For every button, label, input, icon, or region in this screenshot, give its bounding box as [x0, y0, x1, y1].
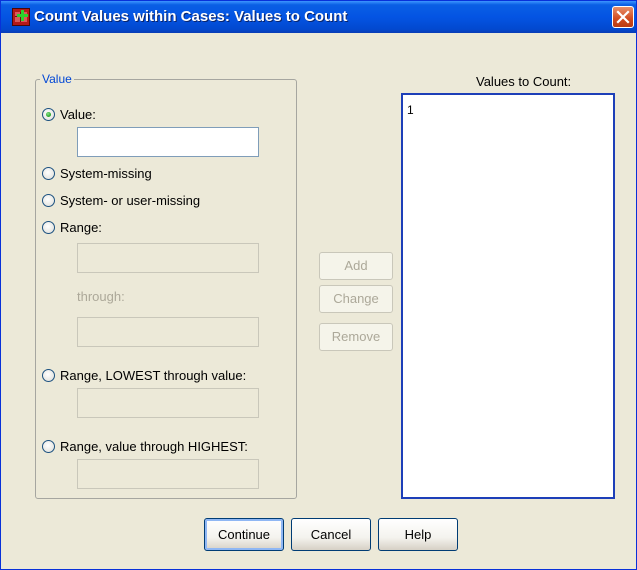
radio-system-or-user-missing-label: System- or user-missing [60, 193, 201, 208]
value-group-legend: Value [40, 72, 74, 86]
remove-button[interactable]: Remove [319, 323, 393, 351]
change-button[interactable]: Change [319, 285, 393, 313]
radio-range-lowest-label: Range, LOWEST through value: [60, 368, 247, 383]
radio-system-or-user-missing[interactable]: System- or user-missing [42, 193, 200, 208]
radio-range-highest[interactable]: Range, value through HIGHEST: [42, 439, 248, 454]
radio-range-label: Range: [60, 220, 102, 235]
continue-button[interactable]: Continue [204, 518, 284, 551]
radio-system-missing[interactable]: System-missing [42, 166, 152, 181]
radio-value-label: Value: [60, 107, 96, 122]
values-to-count-list[interactable]: 1 [401, 93, 615, 499]
close-icon [616, 10, 630, 24]
range-to-input[interactable] [77, 317, 259, 347]
title-bar[interactable]: Count Values within Cases: Values to Cou… [1, 1, 636, 33]
radio-indicator [42, 108, 55, 121]
radio-indicator [42, 440, 55, 453]
spss-dataset-add-icon [12, 8, 30, 26]
help-button[interactable]: Help [378, 518, 458, 551]
highest-value-input[interactable] [77, 459, 259, 489]
list-item[interactable]: 1 [407, 103, 414, 117]
radio-indicator [42, 221, 55, 234]
lowest-value-input[interactable] [77, 388, 259, 418]
radio-range[interactable]: Range: [42, 220, 102, 235]
window-title: Count Values within Cases: Values to Cou… [34, 8, 348, 25]
radio-range-highest-label: Range, value through HIGHEST: [60, 439, 248, 454]
through-label: through: [77, 289, 125, 304]
radio-range-lowest[interactable]: Range, LOWEST through value: [42, 368, 246, 383]
add-button[interactable]: Add [319, 252, 393, 280]
cancel-button[interactable]: Cancel [291, 518, 371, 551]
radio-indicator [42, 194, 55, 207]
radio-value[interactable]: Value: [42, 107, 96, 122]
radio-system-missing-label: System-missing [60, 166, 152, 181]
close-button[interactable] [612, 6, 634, 28]
value-input[interactable] [77, 127, 259, 157]
radio-indicator [42, 167, 55, 180]
radio-indicator [42, 369, 55, 382]
values-to-count-label: Values to Count: [476, 74, 572, 89]
plus-icon-part [17, 10, 28, 21]
dialog-window: Count Values within Cases: Values to Cou… [0, 0, 637, 570]
range-from-input[interactable] [77, 243, 259, 273]
